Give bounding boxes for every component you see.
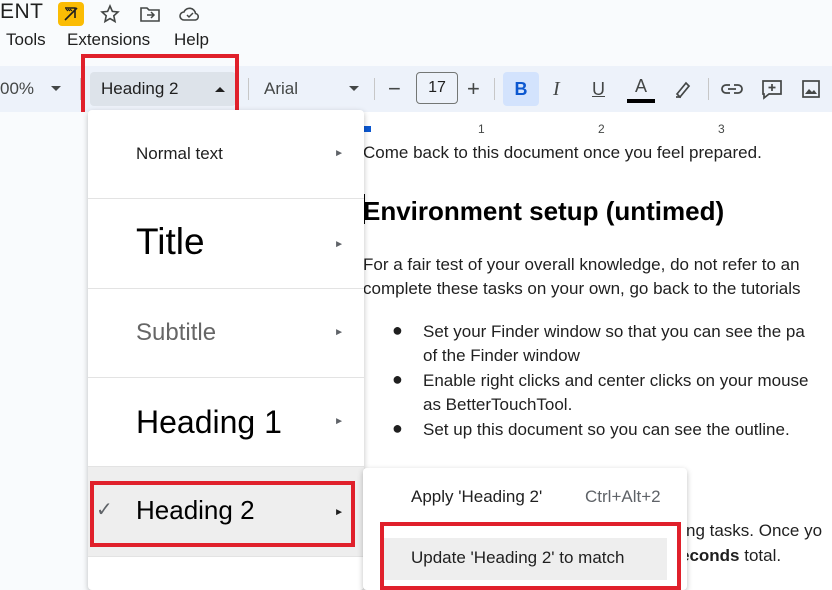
body-line: Come back to this document once you feel…: [363, 143, 762, 162]
highlight-box-update-heading: [380, 522, 681, 590]
cloud-status-icon[interactable]: [178, 2, 202, 26]
apply-heading-2-label: Apply 'Heading 2': [411, 487, 543, 506]
ruler-tick-label: 3: [718, 122, 725, 136]
toolbar-divider: [708, 78, 709, 100]
menu-tools[interactable]: Tools: [6, 30, 46, 52]
zoom-select[interactable]: 00%: [0, 66, 62, 112]
bullet-dot: ●: [392, 418, 403, 438]
bullet-line: of the Finder window: [423, 346, 580, 365]
text-color-button[interactable]: A: [626, 76, 656, 104]
title-bar: ENT: [0, 0, 832, 28]
ruler-tick-label: 1: [478, 122, 485, 136]
menu-item-subtitle[interactable]: Subtitle ►: [88, 289, 364, 378]
body-line-fragment: ng tasks. Once yo: [686, 521, 823, 540]
submenu-arrow-icon: ►: [334, 239, 344, 250]
document-title[interactable]: ENT: [0, 0, 44, 24]
toolbar-divider: [248, 78, 249, 100]
ruler-tick-label: 2: [598, 122, 605, 136]
text-color-letter: A: [634, 76, 647, 96]
insert-image-icon[interactable]: [800, 78, 822, 105]
apply-heading-2-item[interactable]: Apply 'Heading 2' Ctrl+Alt+2: [363, 476, 687, 518]
menu-item-label: Title: [136, 221, 205, 262]
menu-item-title[interactable]: Title ►: [88, 199, 364, 289]
highlight-box-style-select: [81, 54, 239, 118]
ai-badge-icon[interactable]: [58, 2, 84, 26]
bold-fragment: econds: [680, 546, 740, 565]
text-color-swatch: [627, 99, 655, 103]
menu-item-label: Subtitle: [136, 319, 217, 346]
move-folder-icon[interactable]: [138, 2, 162, 26]
star-icon[interactable]: [98, 2, 122, 26]
submenu-arrow-icon: ►: [334, 416, 344, 427]
body-line: For a fair test of your overall knowledg…: [363, 255, 800, 274]
font-select[interactable]: Arial: [264, 66, 360, 112]
toolbar: 00% Heading 2 Arial − 17 + B I U A: [0, 54, 832, 118]
toolbar-divider: [374, 78, 375, 100]
underline-button[interactable]: U: [592, 66, 605, 112]
submenu-arrow-icon: ►: [334, 327, 344, 338]
chevron-down-icon: [349, 86, 359, 91]
bullet-line: Set up this document so you can see the …: [423, 420, 790, 439]
zoom-value: 00%: [0, 79, 35, 98]
italic-button[interactable]: I: [553, 66, 560, 112]
highlight-box-heading-2: [90, 481, 355, 547]
font-value: Arial: [264, 79, 299, 98]
add-comment-icon[interactable]: [760, 78, 784, 105]
menu-extensions[interactable]: Extensions: [67, 30, 150, 52]
font-size-input[interactable]: 17: [416, 72, 458, 104]
bullet-dot: ●: [392, 320, 403, 340]
highlight-pen-icon[interactable]: [672, 78, 694, 105]
text-fragment: total.: [739, 546, 782, 565]
ruler: 1 2 3: [340, 112, 832, 142]
decrease-font-size-button[interactable]: −: [388, 66, 401, 112]
submenu-arrow-icon: ►: [334, 148, 344, 159]
menu-item-heading-1[interactable]: Heading 1 ►: [88, 378, 364, 467]
bullet-line: as BetterTouchTool.: [423, 395, 573, 414]
menu-item-label: Heading 1: [136, 404, 282, 440]
body-line-fragment: econds total.: [680, 544, 781, 569]
increase-font-size-button[interactable]: +: [467, 66, 480, 112]
menu-item-normal-text[interactable]: Normal text ►: [88, 110, 364, 199]
heading-2-text: Environment setup (untimed): [363, 196, 725, 226]
menu-help[interactable]: Help: [174, 30, 209, 52]
link-icon[interactable]: [720, 78, 744, 105]
bullet-line: Set your Finder window so that you can s…: [423, 322, 805, 341]
bold-button[interactable]: B: [503, 72, 539, 106]
bullet-line: Enable right clicks and center clicks on…: [423, 371, 809, 390]
chevron-down-icon: [51, 86, 62, 91]
menu-item-label: Normal text: [136, 144, 223, 163]
bullet-dot: ●: [392, 369, 403, 389]
body-line: complete these tasks on your own, go bac…: [363, 279, 801, 298]
apply-heading-2-shortcut: Ctrl+Alt+2: [585, 487, 661, 506]
toolbar-divider: [494, 78, 495, 100]
